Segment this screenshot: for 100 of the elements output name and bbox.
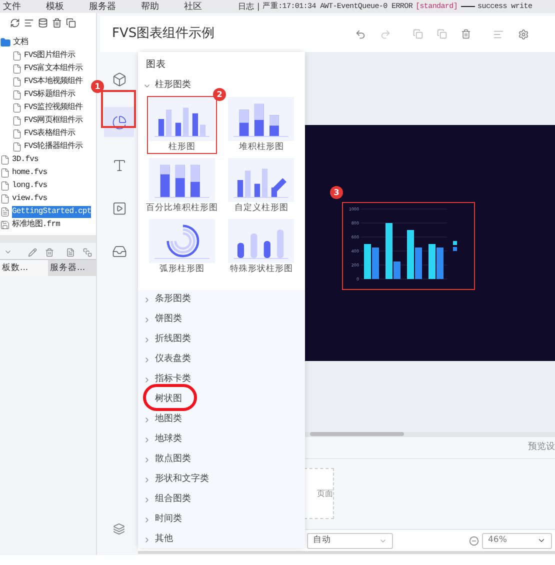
scrollbar-thumb[interactable] [310,432,404,436]
page-thumbnail[interactable]: 页面 [304,468,334,519]
list-icon[interactable] [24,18,34,28]
file-icon [12,142,22,152]
menu-item[interactable]: 社区 [184,0,202,12]
panel-tab[interactable]: 服务器... [48,260,96,276]
category-header[interactable]: 仪表盘类 [138,350,305,370]
menu-item[interactable]: 服务器 [89,0,116,12]
tree-item[interactable]: long.fvs [12,180,48,192]
category-header[interactable]: 散点图类 [138,450,305,470]
file-icon [12,76,22,86]
menu-item[interactable]: 文件 [3,0,21,12]
chevron-right-icon [143,336,151,344]
tree-item[interactable]: home.fvs [12,166,48,178]
file-icon [12,64,22,74]
chevron-right-icon [143,436,151,444]
sidebar-tool[interactable] [104,107,134,137]
delete-icon[interactable] [45,248,54,256]
menu-item[interactable]: 模板 [46,0,64,12]
tree-item[interactable]: FVS标题组件示 [24,88,76,100]
category-header[interactable]: 折线图类 [138,330,305,350]
tree-item[interactable]: 文档 [13,36,28,48]
category-header[interactable]: 条形图类 [138,290,305,310]
dropdown-icon[interactable] [4,248,12,256]
chevron-right-icon [143,356,151,364]
log-rule [460,6,475,8]
folder-icon [0,37,11,48]
tree-item[interactable]: GettingStarted.cpt [12,206,92,218]
chevron-right-icon [143,536,151,544]
legend-swatch [453,247,457,251]
category-header[interactable]: 饼图类 [138,310,305,330]
export-icon[interactable] [83,248,92,256]
refresh-icon[interactable] [10,18,20,28]
category-item[interactable]: 树状图 [138,390,305,410]
category-header[interactable]: 组合图类 [138,490,305,510]
zoom-out-icon[interactable] [469,536,479,546]
file-icon [12,90,22,100]
chevron-right-icon [143,316,151,324]
form-file-icon [0,220,10,230]
chevron-right-icon [143,496,151,504]
undo-icon[interactable] [355,28,366,40]
file-icon [0,194,10,204]
legend-swatch [453,241,457,245]
category-header[interactable]: 地球类 [138,430,305,450]
log-label[interactable]: 日志 [238,0,254,12]
chart-type-tile[interactable]: 柱形图 [147,96,216,154]
file-icon [12,128,22,138]
database-icon[interactable] [38,18,48,28]
tree-item[interactable]: FVS监控视频组件 [24,102,83,114]
file-icon [0,168,10,178]
tree-item[interactable]: FVS表格组件示 [24,128,76,140]
align-icon[interactable] [493,28,504,40]
menu-item[interactable]: 帮助 [141,0,159,12]
chevron-right-icon [143,416,151,424]
separator-text: | [257,0,260,12]
category-header[interactable]: 其他 [138,530,305,550]
settings-icon[interactable] [518,28,529,40]
chevron-down-icon [537,536,546,545]
chevron-down-icon [143,82,151,90]
delete-icon[interactable] [52,18,62,28]
copy-icon[interactable] [66,18,76,28]
text-icon [112,158,126,172]
chevron-right-icon [143,516,151,524]
layout-select[interactable]: 自动 [307,532,393,548]
report-file-icon [0,206,10,216]
highlight-frame [101,90,136,128]
tree-item[interactable]: view.fvs [12,192,48,204]
tree-item[interactable]: FVS图片组件示 [24,50,76,62]
editor-title: FVS图表组件示例 [112,25,215,44]
panel-tab[interactable]: 板数... [0,260,48,276]
chevron-right-icon [143,376,151,384]
chevron-right-icon [143,296,151,304]
tree-item[interactable]: 3D.fvs [12,154,38,166]
zoom-select[interactable]: 46% [482,532,552,548]
video-icon [112,200,126,216]
panel-title: 图表 [145,58,167,72]
file-icon [12,102,22,112]
cube-icon [112,72,126,86]
tree-item[interactable]: FVS本地视频组件 [24,76,83,88]
file-icon [0,180,10,190]
inbox-icon [112,244,126,258]
file-icon [0,154,10,164]
preview-icon[interactable] [66,248,75,256]
category-header[interactable]: 时间类 [138,510,305,530]
category-header[interactable]: 指标卡类 [138,370,305,390]
category-header[interactable]: 地图类 [138,410,305,430]
tree-item[interactable]: FVS网页框组件示 [24,114,83,126]
pie-chart-icon [112,114,126,130]
chevron-right-icon [143,476,151,484]
edit-icon[interactable] [28,248,37,256]
tree-item[interactable]: FVS富文本组件示 [24,62,83,74]
delete-icon[interactable] [461,29,471,39]
tree-item[interactable]: FVS轮播器组件示 [24,140,83,152]
tree-item[interactable]: 标准地图.frm [12,218,60,230]
layers-icon[interactable] [113,523,125,535]
chevron-right-icon [143,456,151,464]
file-icon [12,50,22,60]
paste-icon[interactable] [437,29,447,39]
file-icon [12,116,22,126]
category-header[interactable]: 形状和文字类 [138,470,305,490]
